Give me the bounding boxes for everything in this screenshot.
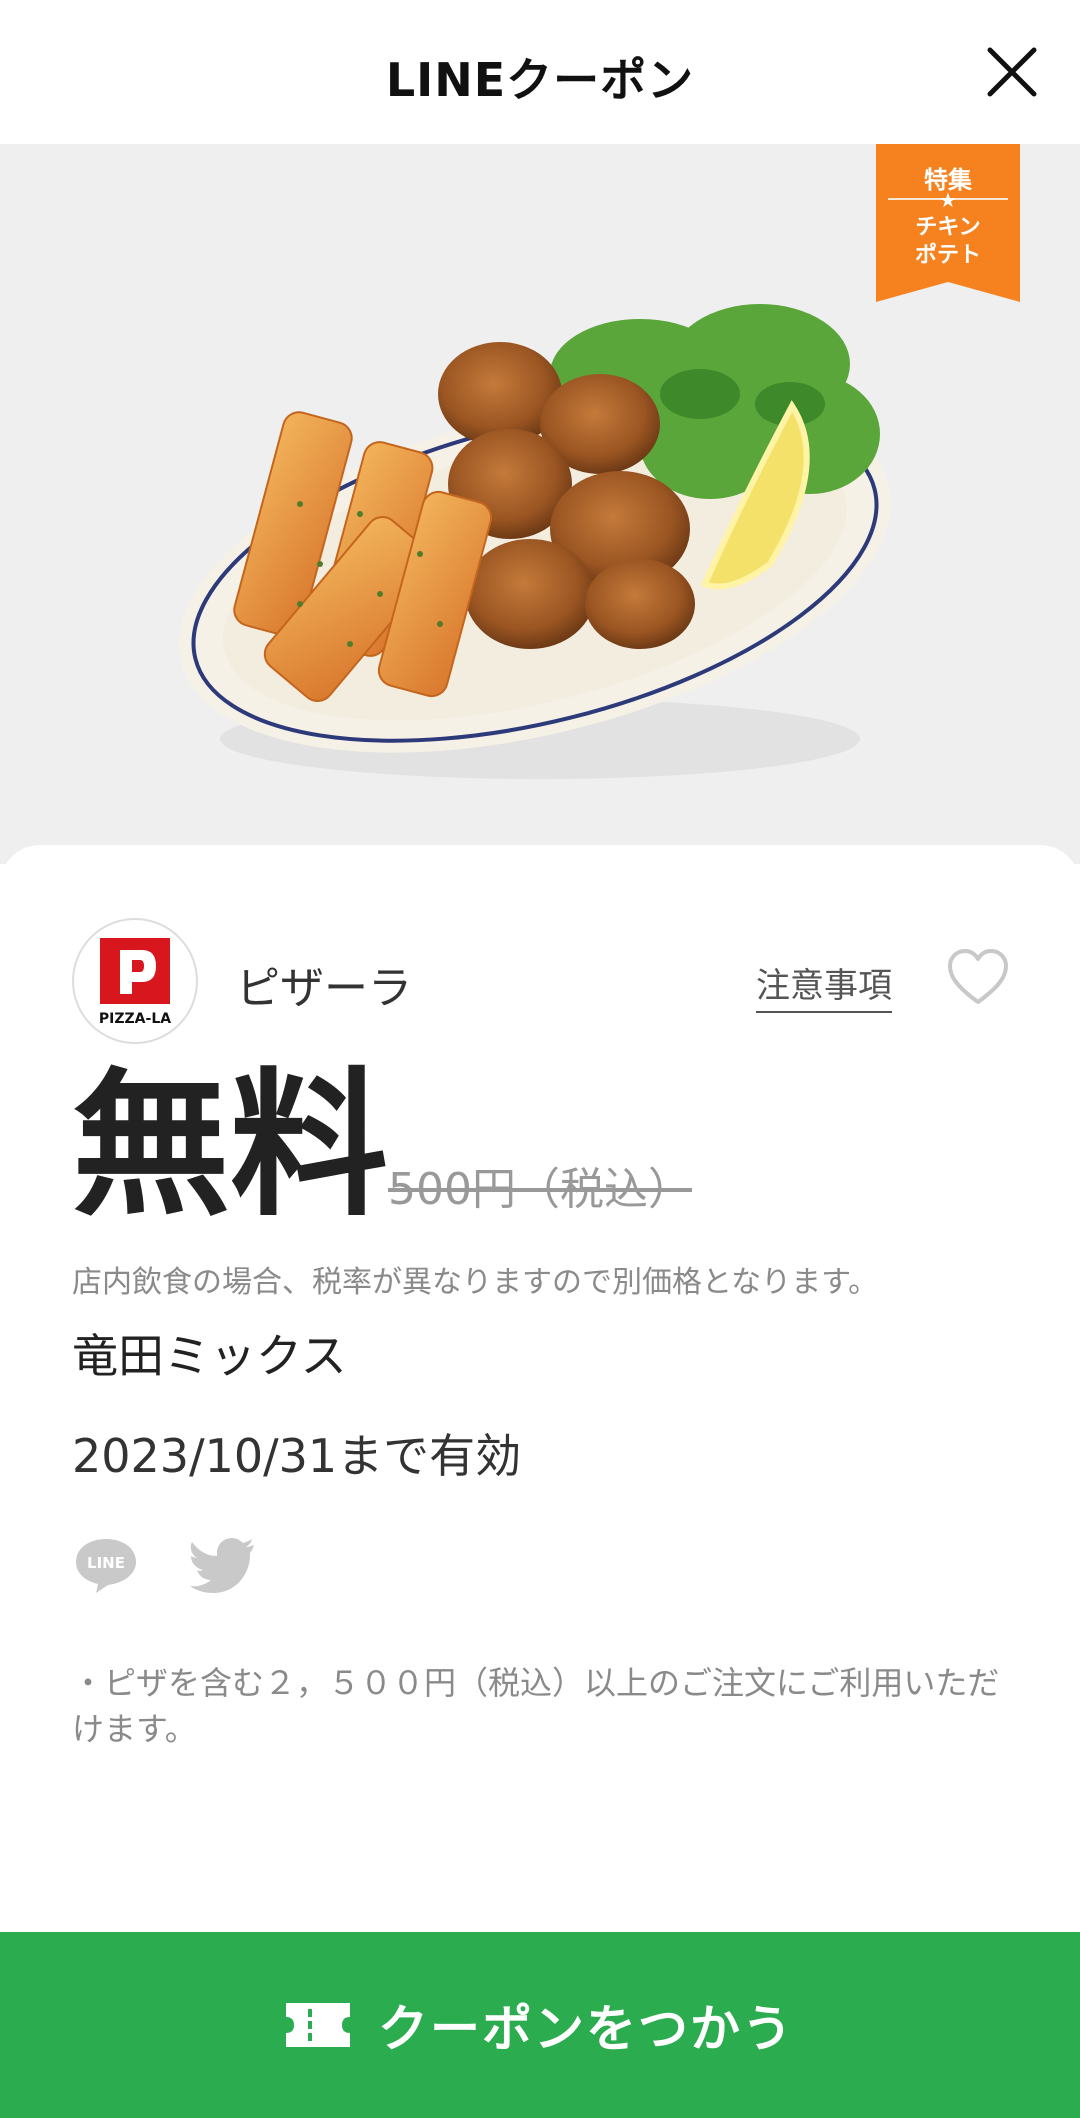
use-coupon-button[interactable]: クーポンをつかう — [0, 1932, 1080, 2118]
store-logo: PIZZA-LA — [72, 918, 198, 1044]
coupon-price: 無料 — [72, 1054, 388, 1238]
close-icon[interactable] — [984, 44, 1040, 100]
condition-text: ・ピザを含む２，５００円（税込）以上のご注文にご利用いただけます。 — [72, 1664, 1000, 1748]
badge-subtitle: チキン ポテト — [876, 214, 1020, 270]
valid-until: 2023/10/31まで有効 — [72, 1429, 522, 1483]
original-price: 500円（税込） — [388, 1164, 692, 1215]
line-share-label: LINE — [87, 1554, 125, 1572]
ticket-icon — [286, 2003, 350, 2047]
logo-text: PIZZA-LA — [99, 1011, 171, 1027]
tax-note: 店内飲食の場合、税率が異なりますので別価格となります。 — [72, 1265, 879, 1300]
product-name: 竜田ミックス — [72, 1329, 347, 1383]
heart-icon[interactable] — [946, 948, 1010, 1008]
app-title: LINEクーポン — [385, 53, 695, 107]
header: LINEクーポン — [0, 0, 1080, 144]
feature-badge: 特集 ★ チキン ポテト — [876, 144, 1020, 302]
line-share-icon[interactable]: LINE — [72, 1535, 140, 1595]
use-coupon-label: クーポンをつかう — [378, 2000, 794, 2058]
badge-subtitle-line1: チキン — [915, 215, 981, 240]
store-name: ピザーラ — [236, 963, 412, 1014]
notes-link[interactable]: 注意事項 — [756, 958, 892, 1013]
coupon-image: 特集 ★ チキン ポテト — [0, 144, 1080, 864]
badge-subtitle-line2: ポテト — [914, 243, 981, 268]
twitter-icon[interactable] — [188, 1535, 254, 1595]
pizzala-logo-icon: PIZZA-LA — [99, 938, 171, 1027]
star-icon: ★ — [939, 188, 957, 212]
